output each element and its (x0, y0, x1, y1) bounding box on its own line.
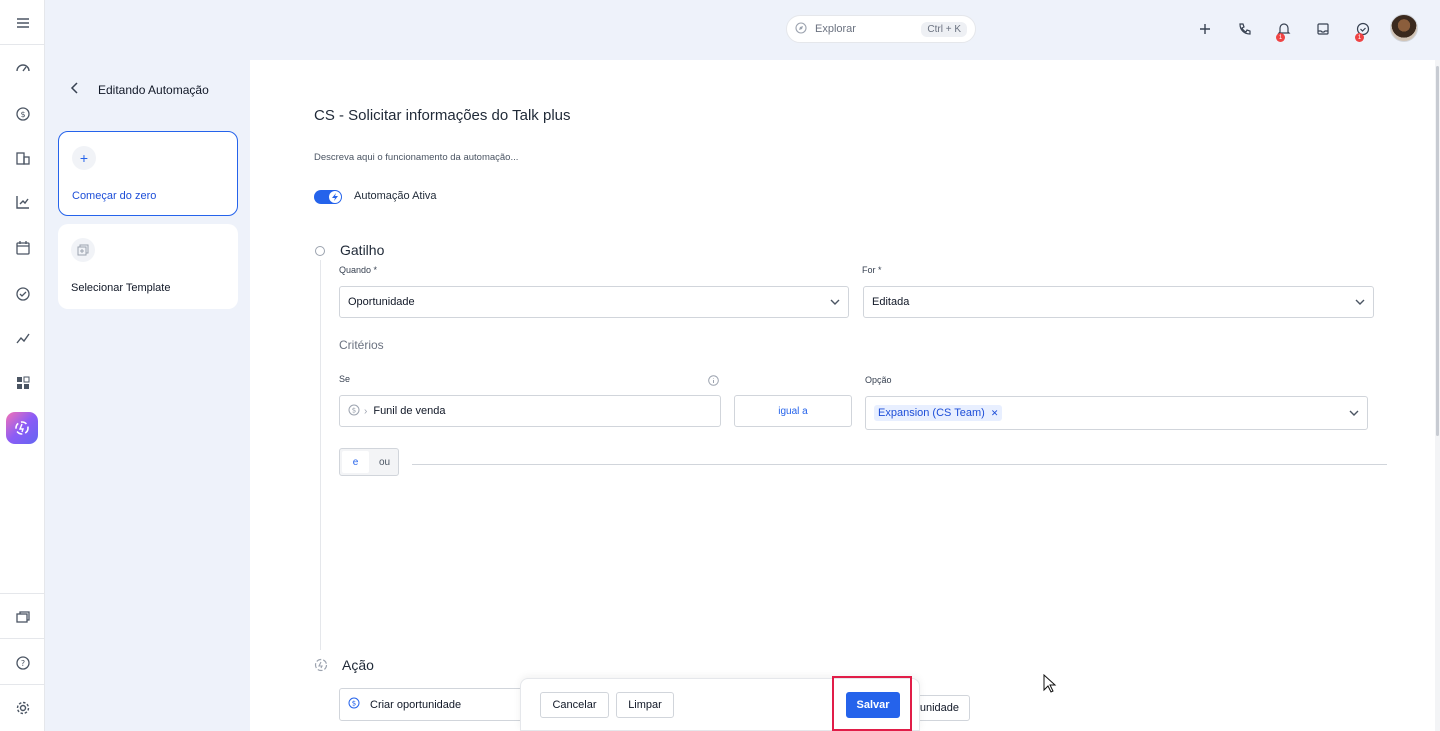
template-icon (71, 238, 95, 262)
search-input[interactable]: Explorar Ctrl + K (786, 15, 976, 43)
plus-icon: + (72, 146, 96, 170)
logic-or[interactable]: ou (371, 449, 398, 475)
divider (412, 464, 1387, 465)
for-value: Editada (872, 296, 910, 308)
automation-editor: CS - Solicitar informações do Talk plus … (250, 60, 1435, 731)
phone-icon[interactable] (1235, 19, 1255, 39)
bolt-icon (329, 191, 341, 203)
criteria-field-select[interactable]: $ › Funil de venda (339, 395, 721, 427)
companies-icon[interactable] (12, 147, 33, 168)
active-toggle[interactable] (314, 190, 342, 204)
chevron-down-icon (1349, 407, 1359, 419)
compass-icon (795, 21, 807, 37)
criteria-field-value: Funil de venda (373, 405, 446, 417)
action-section-icon (314, 658, 328, 672)
reports-icon[interactable] (12, 191, 33, 212)
top-bar: Explorar Ctrl + K 1 1 (45, 0, 1440, 60)
when-value: Oportunidade (348, 296, 415, 308)
analytics-icon[interactable] (12, 327, 33, 348)
dashboard-icon[interactable] (12, 57, 33, 78)
calendar-icon[interactable] (12, 237, 33, 258)
panel-header: Editando Automação (70, 82, 209, 97)
menu-icon[interactable] (12, 12, 33, 33)
activities-badge: 1 (1355, 33, 1364, 42)
clear-button[interactable]: Limpar (616, 692, 674, 718)
chip-remove-icon[interactable]: ✕ (991, 408, 999, 418)
when-select[interactable]: Oportunidade (339, 286, 849, 318)
select-template-card[interactable]: Selecionar Template (58, 224, 238, 309)
panel-title: Editando Automação (98, 82, 209, 97)
deals-icon[interactable]: $ (12, 103, 33, 124)
automation-app-icon[interactable] (6, 412, 38, 444)
automation-title[interactable]: CS - Solicitar informações do Talk plus (314, 107, 571, 124)
action-value: Criar oportunidade (370, 698, 462, 711)
operator-value: igual a (778, 405, 808, 417)
info-icon[interactable] (708, 373, 719, 391)
search-shortcut: Ctrl + K (921, 21, 967, 37)
section-step-circle (315, 246, 325, 256)
logic-toggle[interactable]: e ou (339, 448, 399, 476)
for-select[interactable]: Editada (863, 286, 1374, 318)
svg-text:$: $ (20, 110, 25, 119)
deals-icon: $ (348, 697, 360, 712)
apps-icon[interactable] (12, 372, 33, 393)
description-field[interactable]: Descreva aqui o funcionamento da automaç… (314, 152, 518, 163)
chevron-right-icon: › (364, 405, 368, 417)
trigger-section-title: Gatilho (340, 242, 385, 258)
criteria-title: Critérios (339, 338, 384, 352)
svg-text:$: $ (352, 700, 356, 708)
notification-badge: 1 (1276, 33, 1285, 42)
app-sidebar: $ ? (0, 0, 45, 731)
plus-icon[interactable] (1195, 19, 1215, 39)
when-label: Quando * (339, 265, 378, 275)
chevron-down-icon (1355, 296, 1365, 308)
svg-text:$: $ (352, 406, 356, 414)
partial-button-label: unidade (919, 702, 959, 714)
user-avatar[interactable] (1390, 14, 1418, 42)
card-label: Selecionar Template (71, 282, 171, 294)
logic-and[interactable]: e (342, 451, 369, 473)
option-chip: Expansion (CS Team) ✕ (874, 405, 1003, 421)
toggle-label: Automação Ativa (354, 190, 437, 202)
chevron-down-icon (830, 296, 840, 308)
option-label: Opção (865, 375, 892, 385)
settings-icon[interactable] (12, 697, 33, 718)
search-placeholder: Explorar (815, 23, 856, 35)
automation-left-panel: Editando Automação + Começar do zero Sel… (45, 60, 250, 731)
option-select[interactable]: Expansion (CS Team) ✕ (865, 396, 1368, 430)
svg-text:?: ? (20, 659, 24, 668)
for-label: For * (862, 265, 882, 275)
mouse-cursor-icon (1043, 673, 1057, 699)
operator-select[interactable]: igual a (734, 395, 852, 427)
deals-icon: $ (348, 404, 360, 419)
action-section-title: Ação (342, 657, 374, 673)
start-from-scratch-card[interactable]: + Começar do zero (58, 131, 238, 216)
training-icon[interactable] (12, 606, 33, 627)
section-connector (320, 260, 321, 650)
if-label: Se (339, 374, 351, 384)
cancel-button[interactable]: Cancelar (540, 692, 609, 718)
inbox-icon[interactable] (1313, 19, 1333, 39)
back-arrow-icon[interactable] (70, 82, 80, 97)
help-icon[interactable]: ? (12, 652, 33, 673)
main-scrollbar[interactable] (1435, 60, 1440, 731)
option-chip-label: Expansion (CS Team) (878, 407, 985, 419)
save-highlight-box (832, 676, 912, 731)
card-label: Começar do zero (72, 190, 157, 202)
tasks-icon[interactable] (12, 283, 33, 304)
